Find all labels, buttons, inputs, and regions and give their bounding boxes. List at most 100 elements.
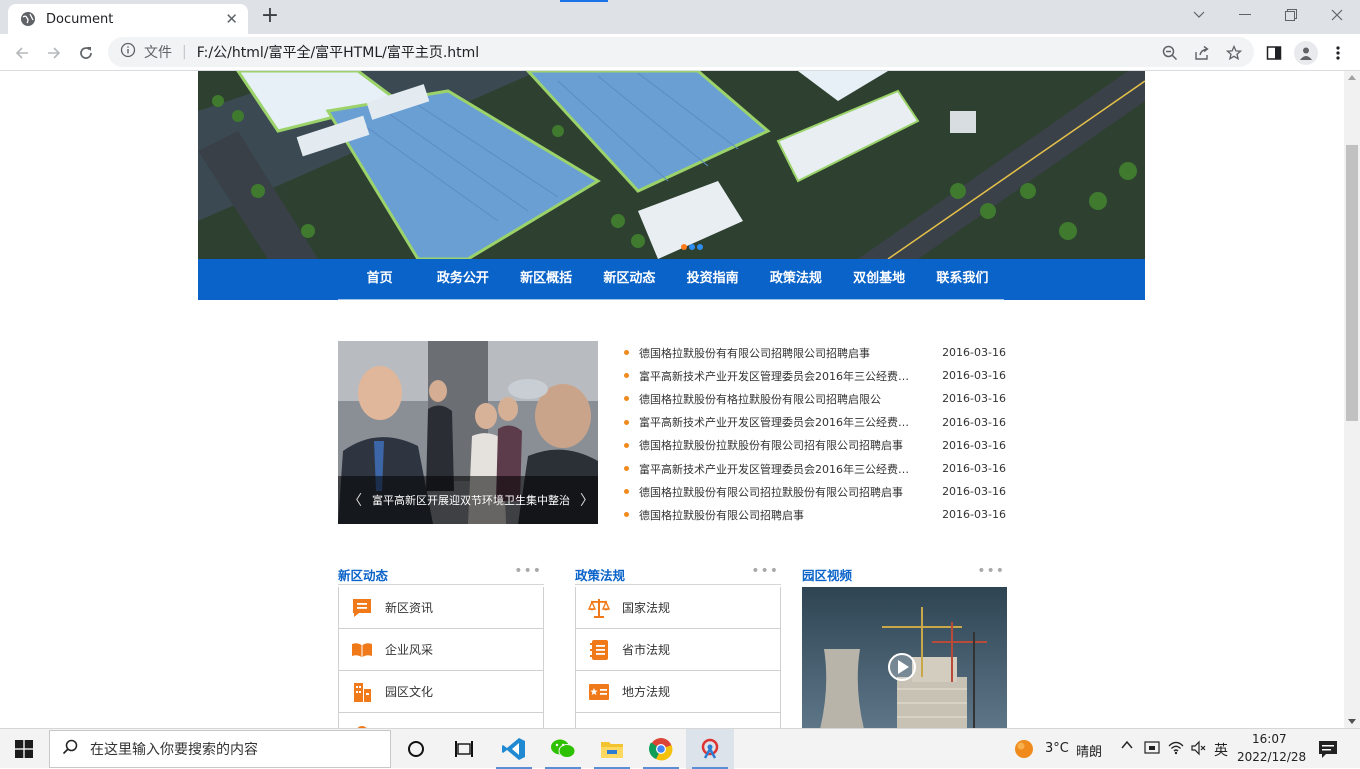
news-item[interactable]: 德国格拉默股份拉默股份有限公司招有限公司招聘启事 2016-03-16 — [624, 434, 1006, 457]
slider-prev-icon[interactable]: 〈 — [338, 490, 372, 510]
nav-district-overview[interactable]: 新区概括 — [505, 259, 588, 299]
restore-icon[interactable] — [1268, 0, 1314, 30]
news-title[interactable]: 富平高新技术产业开发区管理委员会2016年三公经费支出... — [639, 414, 917, 430]
slider-caption[interactable]: 富平高新区开展迎双节环境卫生集中整治 — [372, 492, 576, 508]
taskbar-search-box[interactable]: 在这里输入你要搜索的内容 — [49, 730, 391, 768]
cortana-icon[interactable] — [392, 729, 440, 769]
new-tab-button[interactable]: + — [258, 5, 282, 29]
news-item[interactable]: 德国格拉默股份有限公司招拉默股份有限公司招聘启事 2016-03-16 — [624, 480, 1006, 503]
bullet-icon — [624, 419, 629, 425]
building-icon — [351, 681, 373, 703]
bullet-icon — [624, 396, 629, 402]
scroll-up-icon[interactable] — [1348, 75, 1356, 80]
banner-image — [198, 71, 1145, 259]
ime-indicator[interactable]: 英 — [1214, 740, 1228, 760]
tray-app-icon[interactable] — [1144, 740, 1160, 760]
browser-tab-document[interactable]: Document ✕ — [8, 4, 248, 34]
minimize-icon[interactable] — [1222, 0, 1268, 30]
more-icon[interactable]: ••• — [514, 563, 542, 579]
news-item[interactable]: 德国格拉默股份有有限公司招聘限公司招聘启事 2016-03-16 — [624, 341, 1006, 364]
section-item-more[interactable] — [575, 713, 781, 728]
scrollbar-thumb[interactable] — [1346, 145, 1358, 421]
section-header: 园区视频 ••• — [802, 563, 1007, 585]
tab-drop-indicator — [560, 0, 608, 2]
weather-temperature[interactable]: 3°C — [1045, 741, 1069, 756]
nav-investment-guide[interactable]: 投资指南 — [671, 259, 754, 299]
news-item[interactable]: 富平高新技术产业开发区管理委员会2016年三公经费支出... 2016-03-16 — [624, 457, 1006, 480]
section-item-label: 国家法规 — [622, 601, 671, 615]
news-item[interactable]: 德国格拉默股份有格拉默股份有限公司招聘启限公 2016-03-16 — [624, 387, 1006, 410]
news-item[interactable]: 德国格拉默股份有限公司招聘启事 2016-03-16 — [624, 503, 1006, 526]
nav-district-news[interactable]: 新区动态 — [588, 259, 671, 299]
reload-icon[interactable] — [73, 40, 99, 66]
menu-kebab-icon[interactable] — [1328, 43, 1348, 63]
section-title[interactable]: 政策法规 — [575, 568, 625, 583]
section-title[interactable]: 新区动态 — [338, 568, 388, 583]
park-video-player[interactable] — [802, 587, 1007, 728]
news-title[interactable]: 德国格拉默股份拉默股份有限公司招有限公司招聘启事 — [639, 437, 917, 453]
page-scrollbar[interactable] — [1344, 71, 1360, 728]
nav-innovation-base[interactable]: 双创基地 — [838, 259, 921, 299]
scroll-down-icon[interactable] — [1348, 719, 1356, 724]
windows-start-icon[interactable] — [0, 729, 48, 769]
section-item-provincial-law[interactable]: 省市法规 — [575, 629, 781, 671]
news-list: 德国格拉默股份有有限公司招聘限公司招聘启事 2016-03-16 富平高新技术产业… — [624, 341, 1006, 527]
close-window-icon[interactable] — [1314, 0, 1360, 30]
news-title[interactable]: 德国格拉默股份有有限公司招聘限公司招聘启事 — [639, 345, 917, 361]
more-icon[interactable]: ••• — [977, 563, 1005, 579]
bullet-icon — [624, 373, 629, 379]
share-icon[interactable] — [1192, 43, 1212, 63]
nav-government-affairs[interactable]: 政务公开 — [421, 259, 504, 299]
slider-next-icon[interactable]: 〉 — [576, 490, 598, 510]
forward-icon[interactable] — [41, 40, 67, 66]
section-item-national-law[interactable]: 国家法规 — [575, 587, 781, 629]
network-icon[interactable] — [1168, 740, 1184, 760]
news-title[interactable]: 富平高新技术产业开发区管理委员会2016年三公经费支... — [639, 368, 917, 384]
nav-contact-us[interactable]: 联系我们 — [921, 259, 1004, 299]
news-title[interactable]: 德国格拉默股份有格拉默股份有限公司招聘启限公 — [639, 391, 917, 407]
taskbar-search-placeholder: 在这里输入你要搜索的内容 — [90, 742, 258, 758]
nav-home[interactable]: 首页 — [338, 259, 421, 299]
volume-muted-icon[interactable] — [1191, 740, 1207, 760]
clock-date[interactable]: 2022/12/28 — [1237, 750, 1306, 764]
tab-search-icon[interactable] — [1176, 0, 1222, 30]
more-icon[interactable]: ••• — [751, 563, 779, 579]
address-url[interactable]: F:/公/html/富平全/富平HTML/富平主页.html — [197, 42, 479, 62]
section-item-local-law[interactable]: 地方法规 — [575, 671, 781, 713]
news-title[interactable]: 德国格拉默股份有限公司招聘启事 — [639, 507, 917, 523]
nav-policies[interactable]: 政策法规 — [754, 259, 837, 299]
section-title[interactable]: 园区视频 — [802, 568, 852, 583]
news-item[interactable]: 富平高新技术产业开发区管理委员会2016年三公经费支出... 2016-03-16 — [624, 411, 1006, 434]
certificate-star-icon — [588, 681, 610, 703]
vscode-icon[interactable] — [490, 729, 538, 769]
section-item-more[interactable] — [338, 713, 544, 728]
section-header: 政策法规 ••• — [575, 563, 781, 585]
wechat-icon[interactable] — [539, 729, 587, 769]
news-item[interactable]: 富平高新技术产业开发区管理委员会2016年三公经费支... 2016-03-16 — [624, 364, 1006, 387]
notification-icon[interactable] — [1318, 739, 1338, 763]
side-panel-icon[interactable] — [1264, 43, 1284, 63]
weather-sun-icon[interactable] — [1004, 729, 1044, 769]
close-tab-icon[interactable]: ✕ — [225, 10, 238, 28]
weather-condition[interactable]: 晴朗 — [1076, 741, 1102, 760]
clock-time[interactable]: 16:07 — [1252, 732, 1287, 746]
news-title[interactable]: 德国格拉默股份有限公司招拉默股份有限公司招聘启事 — [639, 484, 917, 500]
news-title[interactable]: 富平高新技术产业开发区管理委员会2016年三公经费支出... — [639, 461, 917, 477]
section-item-enterprises[interactable]: 企业风采 — [338, 629, 544, 671]
info-icon[interactable] — [120, 42, 136, 62]
address-bar[interactable]: 文件 | F:/公/html/富平全/富平HTML/富平主页.html — [108, 37, 1254, 67]
search-icon — [62, 739, 78, 759]
app-pinned-icon[interactable] — [686, 729, 734, 769]
file-explorer-icon[interactable] — [588, 729, 636, 769]
section-item-culture[interactable]: 园区文化 — [338, 671, 544, 713]
profile-avatar-icon[interactable] — [1294, 41, 1318, 65]
chevron-up-icon[interactable] — [1120, 739, 1134, 755]
address-scheme: 文件 — [144, 45, 172, 61]
back-icon[interactable] — [9, 40, 35, 66]
task-view-icon[interactable] — [440, 729, 488, 769]
chrome-icon[interactable] — [637, 729, 685, 769]
news-slider[interactable]: 〈 富平高新区开展迎双节环境卫生集中整治 〉 — [338, 341, 598, 524]
bookmark-star-icon[interactable] — [1224, 43, 1244, 63]
zoom-icon[interactable] — [1160, 43, 1180, 63]
section-item-news[interactable]: 新区资讯 — [338, 587, 544, 629]
